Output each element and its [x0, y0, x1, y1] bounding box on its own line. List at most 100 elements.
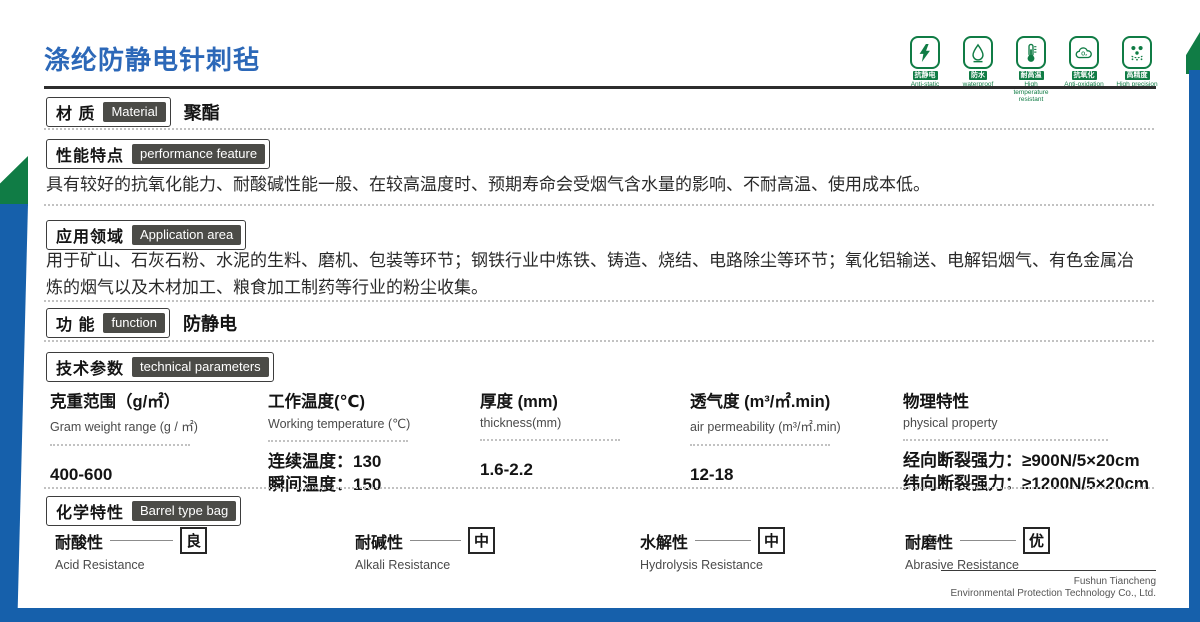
thermometer-icon — [1016, 36, 1046, 69]
section-material: 材 质 Material 聚酯 — [46, 97, 220, 127]
param-value: 1.6-2.2 — [480, 460, 533, 479]
section-label-tech: 技术参数 technical parameters — [46, 352, 274, 382]
section-zh: 化学特性 — [56, 505, 125, 522]
param-value: 12-18 — [690, 465, 734, 484]
chem-connector — [695, 540, 751, 541]
param-divider — [268, 440, 408, 442]
param-en: Working temperature (℃) — [268, 417, 411, 431]
chem-rating-badge: 优 — [1023, 527, 1050, 554]
param-gram-weight: 克重范围（g/㎡） Gram weight range (g / ㎡) 400-… — [50, 388, 255, 486]
section-en-tag: technical parameters — [132, 357, 269, 377]
footer-company-line2: Environmental Protection Technology Co.,… — [950, 588, 1157, 599]
product-spec-page: 涤纶防静电针刺毡 抗静电 Anti-static 防水 waterproof 耐… — [0, 0, 1200, 622]
param-value: 纬向断裂强力：≥1200N/5×20cm — [903, 474, 1150, 493]
chem-en: Alkali Resistance — [355, 558, 451, 572]
badge-anti-static: 抗静电 Anti-static — [902, 36, 948, 104]
param-divider — [480, 439, 620, 441]
section-chemical: 化学特性 Barrel type bag — [46, 496, 242, 526]
right-green-accent — [1186, 32, 1200, 74]
material-value: 聚酯 — [183, 103, 220, 123]
section-label-performance: 性能特点 performance feature — [46, 139, 271, 169]
left-blue-stripe — [0, 204, 28, 622]
param-zh: 透气度 (m³/㎡.min) — [690, 393, 831, 411]
chem-acid-resistance: 耐酸性 良 Acid Resistance — [55, 527, 207, 572]
chem-zh: 水解性 — [640, 534, 689, 552]
badge-zh-label: 耐高温 — [1018, 71, 1044, 80]
badge-zh-label: 防水 — [969, 71, 987, 80]
badge-zh-label: 抗静电 — [912, 71, 938, 80]
section-zh: 应用领域 — [56, 229, 125, 246]
badge-en-label: High temperature resistant — [1013, 81, 1049, 103]
chem-connector — [410, 540, 461, 541]
param-physical-property: 物理特性 physical property 经向断裂强力：≥900N/5×20… — [903, 388, 1183, 495]
chem-zh: 耐酸性 — [55, 534, 104, 552]
page-title: 涤纶防静电针刺毡 — [44, 45, 261, 75]
chem-en: Hydrolysis Resistance — [640, 558, 763, 572]
svg-text:O₂: O₂ — [1081, 51, 1087, 57]
dotted-divider — [44, 128, 1154, 130]
left-green-accent — [0, 156, 28, 206]
param-zh: 厚度 (mm) — [480, 393, 558, 411]
param-thickness: 厚度 (mm) thickness(mm) 1.6-2.2 — [480, 388, 660, 481]
param-zh: 克重范围（g/㎡） — [50, 393, 181, 411]
chem-abrasive-resistance: 耐磨性 优 Abrasive Resistance — [905, 527, 1050, 572]
section-function: 功 能 function 防静电 — [46, 308, 237, 338]
badge-zh-label: 抗氧化 — [1071, 71, 1097, 80]
param-air-permeability: 透气度 (m³/㎡.min) air permeability (m³/㎡.mi… — [690, 388, 885, 486]
chem-zh: 耐磨性 — [905, 534, 954, 552]
performance-text: 具有较好的抗氧化能力、耐酸碱性能一般、在较高温度时、预期寿命会受烟气含水量的影响… — [46, 175, 930, 194]
param-value: 经向断裂强力：≥900N/5×20cm — [903, 451, 1140, 470]
param-zh: 物理特性 — [903, 393, 969, 411]
chem-connector — [960, 540, 1016, 541]
footer-divider — [941, 570, 1156, 571]
section-application: 应用领域 Application area — [46, 220, 247, 250]
section-zh: 性能特点 — [56, 148, 125, 165]
badge-waterproof: 防水 waterproof — [955, 36, 1001, 104]
badge-anti-oxidation: O₂ 抗氧化 Anti-oxidation — [1061, 36, 1107, 104]
dotted-divider — [44, 300, 1154, 302]
param-zh: 工作温度(℃) — [268, 393, 365, 411]
section-en-tag: Barrel type bag — [132, 501, 237, 521]
precision-dots-icon — [1122, 36, 1152, 69]
param-en: physical property — [903, 416, 998, 430]
lightning-icon — [910, 36, 940, 69]
section-en-tag: Material — [103, 102, 166, 122]
badge-zh-label: 高精度 — [1124, 71, 1150, 80]
feature-badges: 抗静电 Anti-static 防水 waterproof 耐高温 High t… — [902, 36, 1160, 104]
chem-hydrolysis-resistance: 水解性 中 Hydrolysis Resistance — [640, 527, 785, 572]
param-value: 400-600 — [50, 465, 113, 484]
section-en-tag: performance feature — [132, 144, 266, 164]
section-label-material: 材 质 Material — [46, 97, 171, 127]
param-divider — [903, 439, 1108, 441]
chem-en: Acid Resistance — [55, 558, 145, 572]
section-tech-params: 技术参数 technical parameters — [46, 352, 274, 382]
chem-alkali-resistance: 耐碱性 中 Alkali Resistance — [355, 527, 495, 572]
chem-rating-badge: 良 — [180, 527, 207, 554]
section-en-tag: Application area — [132, 225, 242, 245]
application-text: 用于矿山、石灰石粉、水泥的生料、磨机、包装等环节；钢铁行业中炼铁、铸造、烧结、电… — [46, 251, 1134, 297]
section-zh: 功 能 — [56, 317, 96, 334]
chem-connector — [110, 540, 173, 541]
bottom-blue-bar — [0, 608, 1200, 622]
dotted-divider — [44, 487, 1154, 489]
section-label-application: 应用领域 Application area — [46, 220, 247, 250]
param-value: 连续温度：130 — [268, 452, 382, 471]
param-value: 瞬间温度：150 — [268, 475, 382, 494]
badge-high-precision: 高精度 High precision — [1114, 36, 1160, 104]
section-label-chemical: 化学特性 Barrel type bag — [46, 496, 242, 526]
dotted-divider — [44, 340, 1154, 342]
droplet-icon — [963, 36, 993, 69]
section-performance: 性能特点 performance feature — [46, 139, 271, 169]
function-value: 防静电 — [183, 314, 237, 334]
param-en: thickness(mm) — [480, 416, 562, 430]
title-divider — [44, 86, 1156, 89]
param-divider — [690, 444, 830, 446]
param-working-temperature: 工作温度(℃) Working temperature (℃) 连续温度：130… — [268, 388, 468, 496]
right-blue-stripe — [1189, 70, 1200, 622]
section-zh: 技术参数 — [56, 361, 125, 378]
chem-zh: 耐碱性 — [355, 534, 404, 552]
footer: Fushun Tiancheng Environmental Protectio… — [941, 570, 1156, 600]
param-en: Gram weight range (g / ㎡) — [50, 420, 198, 434]
dotted-divider — [44, 204, 1154, 206]
section-label-function: 功 能 function — [46, 308, 170, 338]
